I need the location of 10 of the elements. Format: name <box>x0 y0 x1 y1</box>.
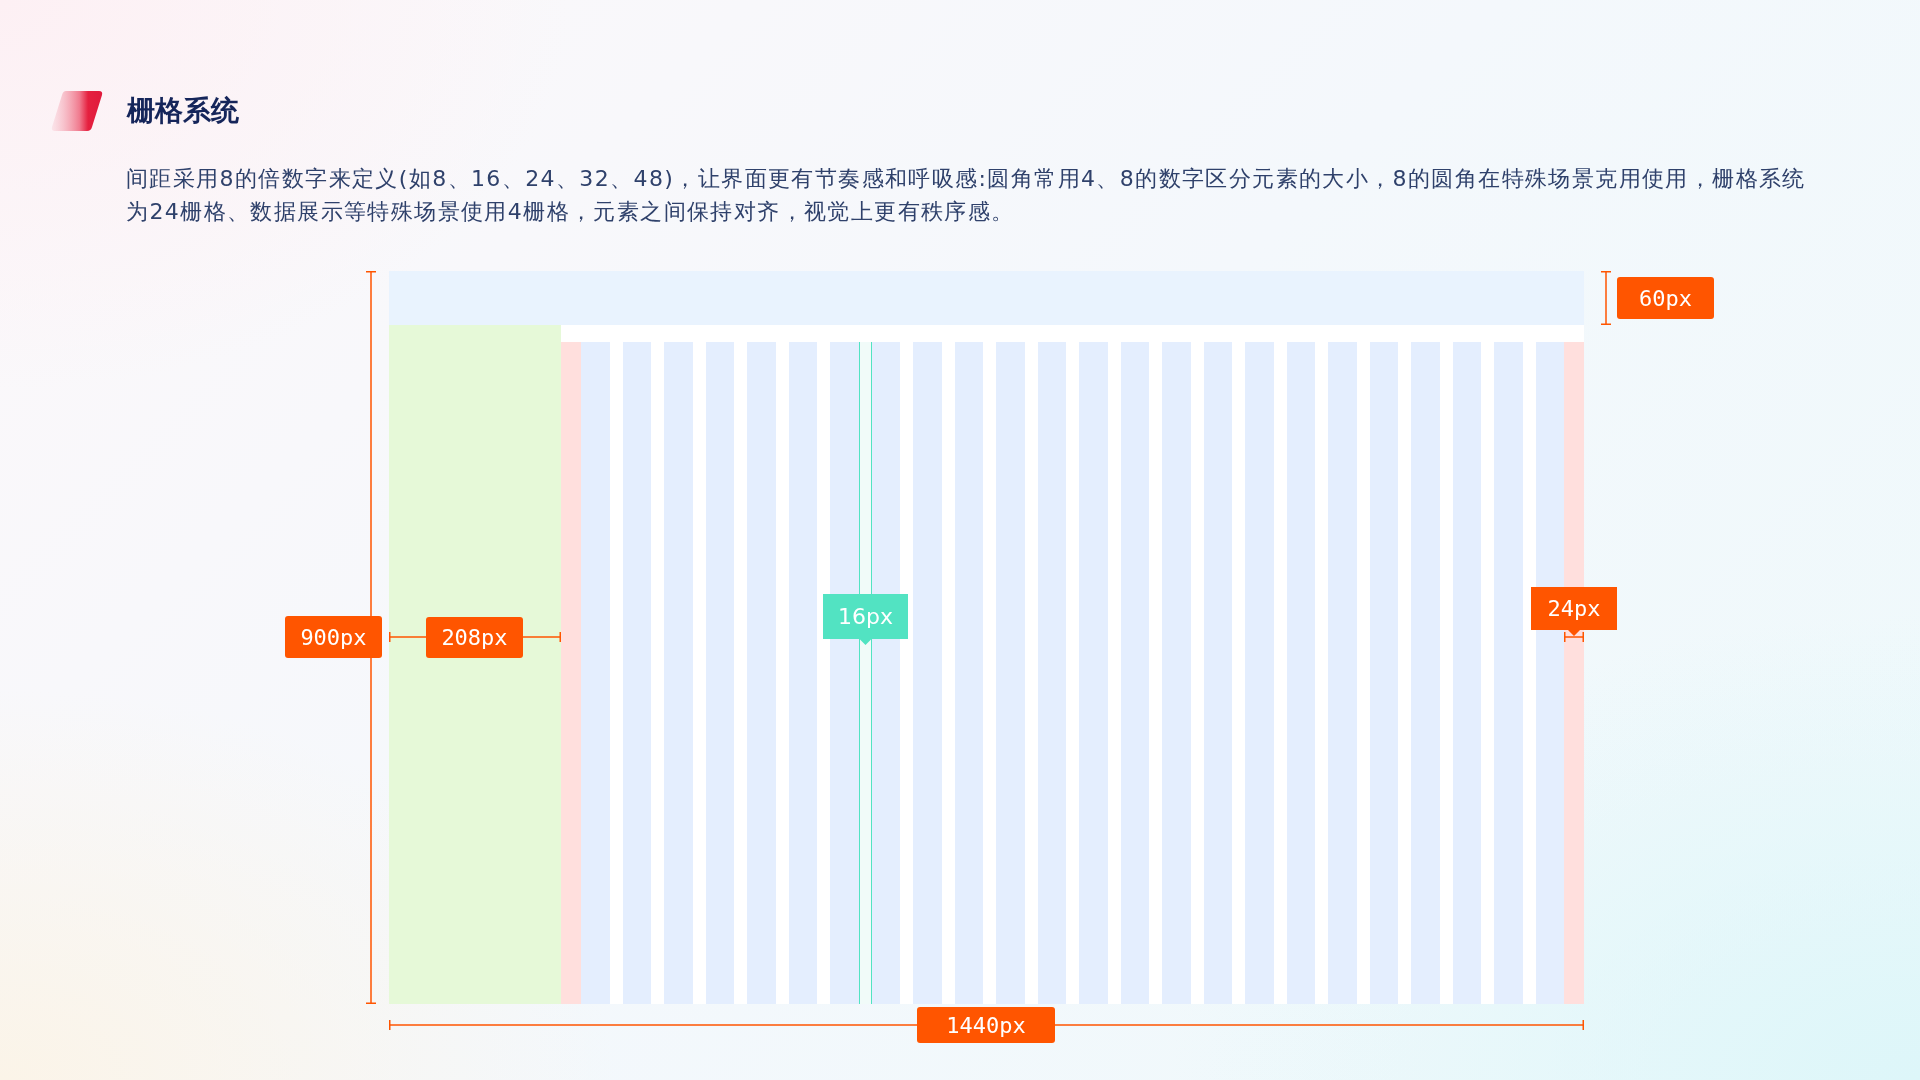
dimension-label: 60px <box>1617 277 1714 319</box>
dimension-line <box>1564 632 1584 642</box>
dimension-label: 208px <box>426 617 523 658</box>
dimension-line <box>1601 271 1611 325</box>
slanted-tile-icon <box>51 90 103 131</box>
section-description: 间距采用8的倍数字来定义(如8、16、24、32、48)，让界面更有节奏感和呼吸感:圆角常用4、8的数字区分元素的大小，8的圆角在特殊场景克用使用，栅格系统为24栅格、数据展示等特殊场景使用4栅格，元素之间保持对齐，视觉上更有秩序感。 <box>126 165 1807 226</box>
dimension-label: 900px <box>285 616 382 658</box>
dimension-label: 1440px <box>917 1007 1055 1043</box>
section-title: 栅格系统 <box>127 93 239 129</box>
dimension-label: 24px <box>1531 587 1617 636</box>
